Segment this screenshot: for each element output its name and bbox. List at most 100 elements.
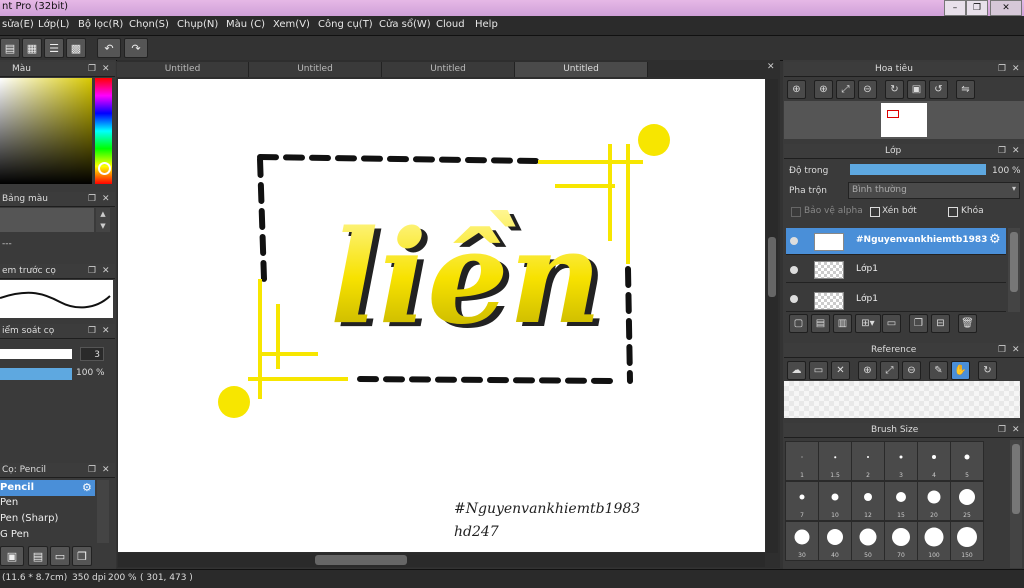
layer-opacity-slider[interactable]: [850, 164, 986, 175]
menu-layer[interactable]: Lớp(L): [38, 19, 69, 30]
brush-size-scrollbar[interactable]: [1010, 440, 1022, 568]
menu-tools[interactable]: Công cụ(T): [318, 19, 373, 30]
menu-filter[interactable]: Bộ lọc(R): [78, 19, 123, 30]
brush-size-cell[interactable]: 10: [818, 481, 852, 521]
brush-size-cell[interactable]: 70: [884, 521, 918, 561]
layer-menu-icon[interactable]: ⊞▾: [855, 314, 881, 333]
close-icon[interactable]: ✕: [831, 361, 850, 380]
float-icon[interactable]: ❐: [998, 62, 1006, 76]
vertical-scroll-thumb[interactable]: [768, 237, 776, 297]
hue-handle[interactable]: [98, 162, 111, 175]
tool-item[interactable]: Pen: [0, 497, 18, 508]
close-button[interactable]: ✕: [990, 0, 1022, 16]
brush-size-cell[interactable]: 100: [917, 521, 951, 561]
zoom-icon[interactable]: ⊕: [787, 80, 806, 99]
add-tool-icon[interactable]: ▣: [0, 546, 24, 566]
layer-scrollbar[interactable]: [1008, 228, 1020, 312]
open-folder-icon[interactable]: ▭: [809, 361, 828, 380]
tool-item[interactable]: G Pen: [0, 529, 29, 540]
brush-size-cell[interactable]: 2: [851, 441, 885, 481]
visibility-icon[interactable]: [790, 237, 798, 245]
copy-icon[interactable]: ❐: [72, 546, 92, 566]
tab-untitled-3[interactable]: Untitled: [382, 62, 515, 77]
gear-icon[interactable]: ⚙: [989, 232, 1001, 247]
brush-size-cell[interactable]: 1.5: [818, 441, 852, 481]
palette-swatches[interactable]: [0, 208, 94, 232]
document-icon[interactable]: ▦: [22, 38, 42, 58]
rotate-reset-icon[interactable]: ↺: [929, 80, 948, 99]
float-icon[interactable]: ❐: [88, 463, 96, 477]
list-icon[interactable]: ☰: [44, 38, 64, 58]
new-layer-alt-icon[interactable]: ▤: [811, 314, 830, 333]
tool-scrollbar[interactable]: [97, 480, 109, 543]
float-icon[interactable]: ❐: [88, 62, 96, 76]
gear-icon[interactable]: ⚙: [82, 481, 92, 494]
trash-icon[interactable]: 🗑: [958, 314, 977, 333]
navigator-thumbnail[interactable]: [881, 103, 927, 137]
folder-icon[interactable]: ▭: [882, 314, 901, 333]
brush-size-cell[interactable]: 7: [785, 481, 819, 521]
brush-size-scroll-thumb[interactable]: [1012, 444, 1020, 514]
drawing-canvas[interactable]: liền liền #Nguyenvankhiemtb1983 hd247: [118, 79, 765, 552]
minimize-button[interactable]: –: [944, 0, 966, 16]
blend-select[interactable]: Bình thường ▾: [848, 182, 1020, 199]
tab-untitled-4[interactable]: Untitled: [515, 62, 648, 77]
flip-icon[interactable]: ⇋: [956, 80, 975, 99]
menu-cloud[interactable]: Cloud: [436, 19, 465, 30]
doc-icon[interactable]: ▤: [28, 546, 48, 566]
new-layer-icon[interactable]: ▢: [789, 314, 808, 333]
brush-size-cell[interactable]: 4: [917, 441, 951, 481]
float-icon[interactable]: ❐: [998, 144, 1006, 158]
menu-view[interactable]: Xem(V): [273, 19, 310, 30]
fit-icon[interactable]: ⤢: [836, 80, 855, 99]
float-icon[interactable]: ❐: [88, 192, 96, 206]
menu-color[interactable]: Màu (C): [226, 19, 265, 30]
tool-item-selected[interactable]: Pencil ⚙: [0, 480, 95, 496]
layer-row-selected[interactable]: #Nguyenvankhiemtb1983 ⚙: [786, 228, 1006, 255]
size-slider[interactable]: [0, 349, 72, 359]
zoom-in-icon[interactable]: ⊕: [814, 80, 833, 99]
tab-untitled-2[interactable]: Untitled: [249, 62, 382, 77]
close-icon[interactable]: ✕: [1012, 343, 1020, 357]
brush-size-cell[interactable]: 15: [884, 481, 918, 521]
cloud-icon[interactable]: ☁: [787, 361, 806, 380]
lock-checkbox[interactable]: [948, 207, 958, 217]
duplicate-layer-icon[interactable]: ▥: [833, 314, 852, 333]
horizontal-scrollbar[interactable]: [118, 553, 765, 567]
opacity-slider[interactable]: [0, 368, 72, 380]
visibility-icon[interactable]: [790, 295, 798, 303]
brush-size-cell[interactable]: 150: [950, 521, 984, 561]
merge-icon[interactable]: ⊟: [931, 314, 950, 333]
menu-help[interactable]: Help: [475, 19, 498, 30]
undo-icon[interactable]: ↶: [97, 38, 121, 58]
rotate-icon[interactable]: ↻: [885, 80, 904, 99]
float-icon[interactable]: ❐: [88, 324, 96, 338]
brush-size-cell[interactable]: 5: [950, 441, 984, 481]
close-icon[interactable]: ✕: [1012, 423, 1020, 437]
menu-capture[interactable]: Chụp(N): [177, 19, 218, 30]
alpha-checkbox[interactable]: [791, 207, 801, 217]
grid-icon[interactable]: ▩: [66, 38, 86, 58]
brush-size-cell[interactable]: 3: [884, 441, 918, 481]
brush-size-cell[interactable]: 25: [950, 481, 984, 521]
redo-icon[interactable]: ↷: [124, 38, 148, 58]
size-value[interactable]: 3: [80, 347, 104, 361]
float-icon[interactable]: ❐: [998, 423, 1006, 437]
eyedropper-icon[interactable]: ✎: [929, 361, 948, 380]
copy-icon[interactable]: ❐: [909, 314, 928, 333]
folder-icon[interactable]: ▭: [50, 546, 70, 566]
close-icon[interactable]: ✕: [1012, 144, 1020, 158]
brush-size-cell[interactable]: 50: [851, 521, 885, 561]
layer-row[interactable]: Lớp1: [786, 258, 1006, 283]
close-icon[interactable]: ✕: [1012, 62, 1020, 76]
actual-size-icon[interactable]: ▣: [907, 80, 926, 99]
visibility-icon[interactable]: [790, 266, 798, 274]
close-icon[interactable]: ✕: [102, 324, 110, 338]
clip-checkbox[interactable]: [870, 207, 880, 217]
tab-untitled-1[interactable]: Untitled: [117, 62, 249, 77]
tool-item[interactable]: Pen (Sharp): [0, 513, 58, 524]
horizontal-scroll-thumb[interactable]: [315, 555, 407, 565]
fit-icon[interactable]: ⤢: [880, 361, 899, 380]
brush-size-cell[interactable]: 40: [818, 521, 852, 561]
rotate-icon[interactable]: ↻: [978, 361, 997, 380]
